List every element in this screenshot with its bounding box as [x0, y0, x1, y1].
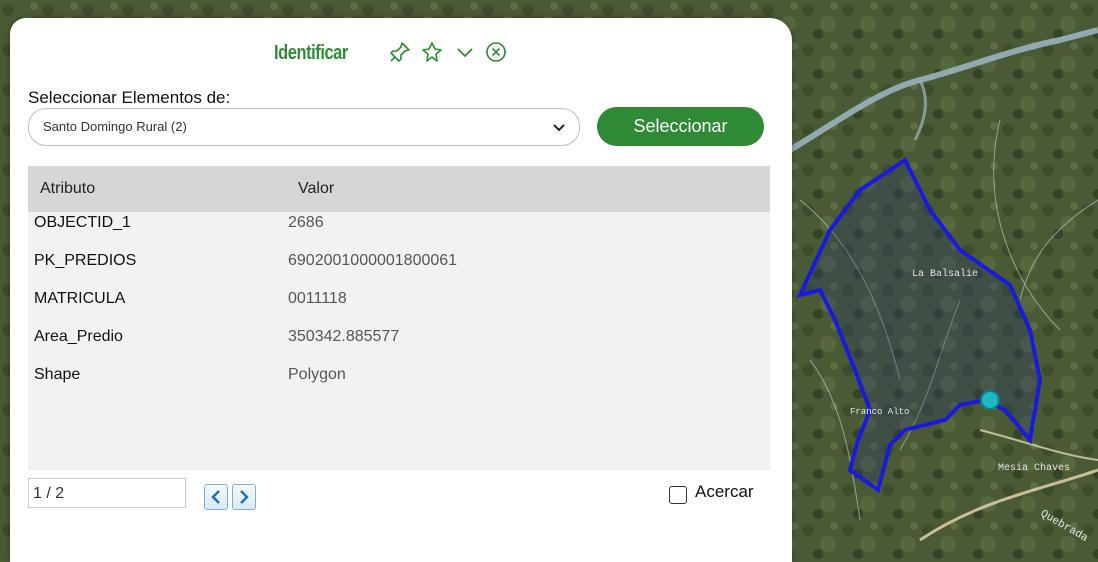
close-icon[interactable] — [484, 40, 508, 64]
column-header-attribute: Atributo — [40, 180, 96, 197]
table-row[interactable]: PK_PREDIOS 6902001000001800061 — [28, 252, 770, 290]
attributes-table: Atributo Valor OBJECTID_1 2686 PK_PREDIO… — [28, 166, 770, 470]
attribute-name: Shape — [34, 366, 81, 383]
layer-dropdown[interactable]: Santo Domingo Rural (2) — [28, 108, 580, 146]
attribute-name: PK_PREDIOS — [34, 252, 137, 269]
column-header-value: Valor — [298, 180, 335, 197]
map-label: La Balsalie — [912, 268, 978, 280]
table-row[interactable]: OBJECTID_1 2686 — [28, 214, 770, 252]
attribute-value: 2686 — [288, 214, 324, 231]
layer-dropdown-value: Santo Domingo Rural (2) — [43, 119, 187, 134]
attribute-value: 6902001000001800061 — [288, 252, 458, 269]
map-label: Franco Alto — [850, 407, 909, 417]
zoom-to-label: Acercar — [695, 482, 754, 501]
chevron-down-icon[interactable] — [453, 40, 477, 64]
map-label: Mesia Chaves — [998, 462, 1070, 474]
pin-outline-icon[interactable] — [420, 40, 444, 64]
page-indicator-input[interactable]: 1 / 2 — [28, 478, 186, 508]
chevron-right-icon — [240, 490, 249, 504]
attribute-name: MATRICULA — [34, 290, 126, 307]
identify-panel: Identificar Seleccionar Elementos de: Sa… — [10, 18, 792, 562]
select-button[interactable]: Seleccionar — [597, 107, 764, 146]
panel-title: Identificar — [274, 42, 348, 64]
attribute-value: 350342.885577 — [288, 328, 400, 345]
table-row[interactable]: Area_Predio 350342.885577 — [28, 328, 770, 366]
chevron-down-icon — [551, 119, 567, 135]
attribute-name: OBJECTID_1 — [34, 214, 131, 231]
zoom-to-checkbox[interactable] — [669, 486, 687, 504]
table-header: Atributo Valor — [28, 166, 770, 212]
select-elements-label: Seleccionar Elementos de: — [28, 88, 231, 107]
previous-page-button[interactable] — [204, 484, 228, 510]
attribute-value: Polygon — [288, 366, 346, 383]
location-marker-icon[interactable] — [980, 390, 1000, 410]
pin-icon[interactable] — [388, 40, 412, 64]
attribute-name: Area_Predio — [34, 328, 123, 345]
table-row[interactable]: Shape Polygon — [28, 366, 770, 404]
next-page-button[interactable] — [232, 484, 256, 510]
panel-header: Identificar — [10, 38, 792, 72]
chevron-left-icon — [211, 490, 220, 504]
attribute-value: 0011118 — [288, 290, 347, 307]
table-row[interactable]: MATRICULA 0011118 — [28, 290, 770, 328]
